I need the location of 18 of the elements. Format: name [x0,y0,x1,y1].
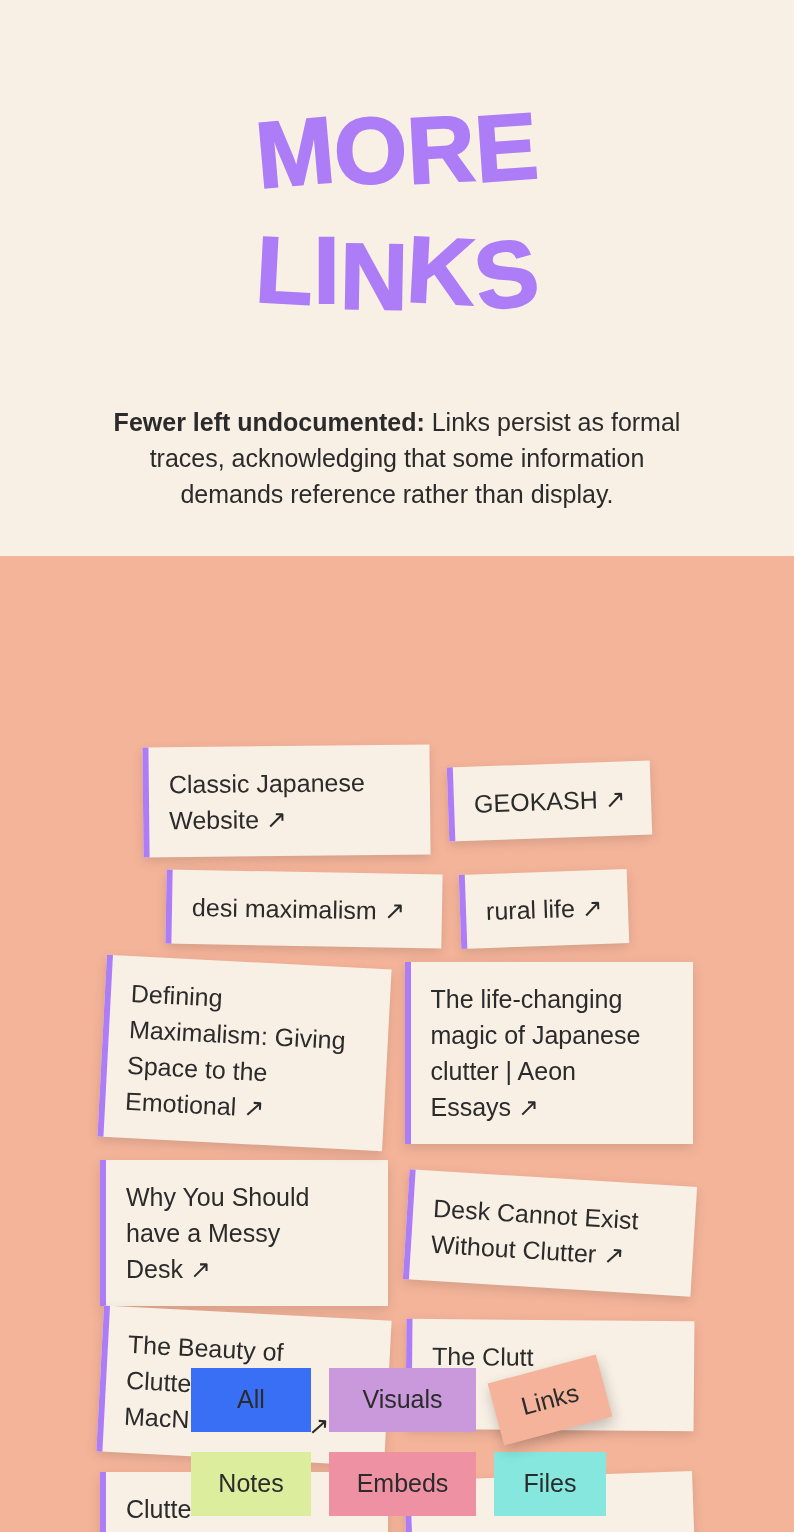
link-card[interactable]: Defining Maximalism: Giving Space to the Emotional ↗ [96,954,392,1152]
link-text[interactable]: The Beauty of [127,1329,285,1366]
link-card[interactable]: rural life ↗ [458,869,630,949]
filter-button[interactable]: Notes [191,1452,311,1516]
filter-button[interactable]: Embeds [329,1452,476,1516]
link-card[interactable]: Desk Cannot Exist Without Clutter ↗ [402,1169,698,1297]
link-card[interactable]: desi maximalism ↗ [165,869,443,949]
link-text[interactable]: Clutte [125,1365,193,1398]
link-card[interactable]: GEOKASH ↗ [446,760,653,842]
link-text[interactable]: MacN [123,1401,191,1434]
link-text[interactable]: Clutte [126,1495,192,1523]
link-card[interactable]: The life-changing magic of Japanese clutter | Aeon Essays ↗ [404,962,693,1144]
filter-button[interactable]: Visuals [329,1368,476,1432]
link-card[interactable]: Why You Should have a Messy Desk ↗ [100,1160,388,1306]
filter-button[interactable]: Files [494,1452,606,1516]
intro-paragraph: Fewer left undocumented: Links persist as formal traces, acknowledging that some information demands reference rather than display. [112,407,682,510]
page-title: MORE LINKS [256,91,538,331]
link-card[interactable]: Classic Japanese Website ↗ [142,744,431,858]
